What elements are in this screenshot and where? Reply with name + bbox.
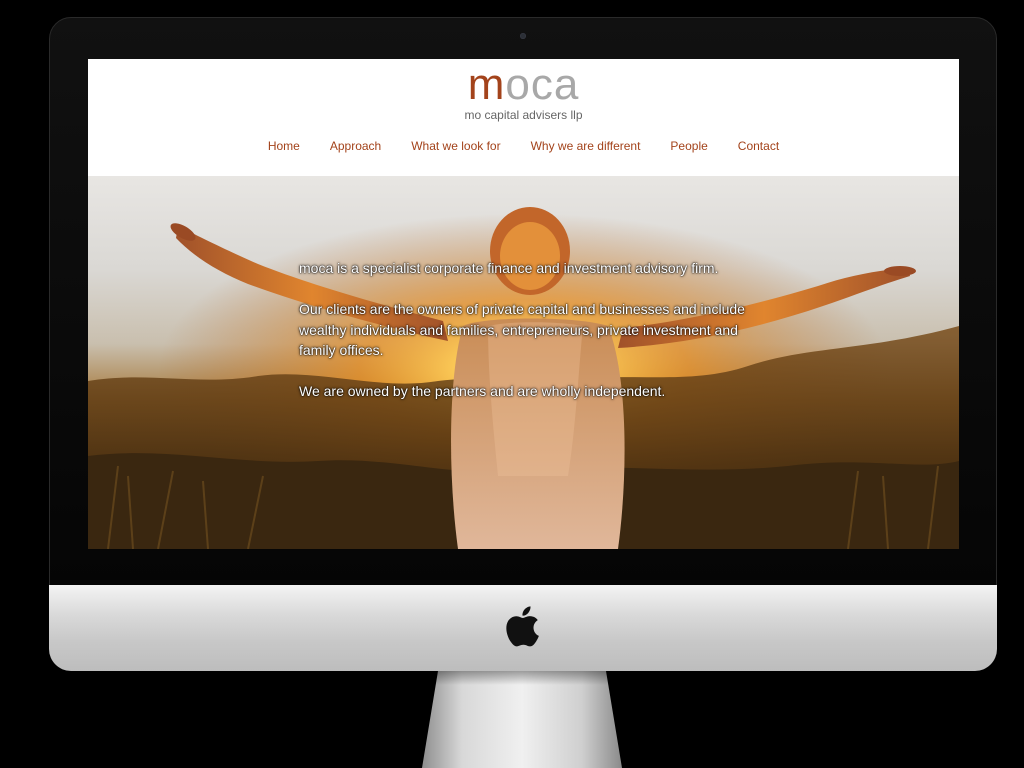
nav-link-approach[interactable]: Approach xyxy=(315,139,396,153)
site-logo[interactable]: moca xyxy=(88,61,959,109)
monitor-mockup: moca mo capital advisers llp Home Approa… xyxy=(0,0,1024,768)
camera-icon xyxy=(520,33,526,39)
logo-letters-rest: oca xyxy=(505,60,580,109)
hero-copy: moca is a specialist corporate finance a… xyxy=(299,258,759,422)
website-screen: moca mo capital advisers llp Home Approa… xyxy=(88,59,959,549)
monitor-stand xyxy=(422,671,622,768)
hero-paragraph-clients: Our clients are the owners of private ca… xyxy=(299,301,745,358)
stand-shadow xyxy=(422,671,622,685)
nav-link-contact[interactable]: Contact xyxy=(723,139,794,153)
hero-paragraph-ownership: We are owned by the partners and are who… xyxy=(299,383,666,399)
nav-link-people[interactable]: People xyxy=(655,139,722,153)
hero-paragraph-intro: moca is a specialist corporate finance a… xyxy=(299,260,719,276)
nav-link-home[interactable]: Home xyxy=(253,139,315,153)
hero-banner: moca is a specialist corporate finance a… xyxy=(88,176,959,549)
site-tagline: mo capital advisers llp xyxy=(464,108,583,122)
site-header: moca mo capital advisers llp Home Approa… xyxy=(88,59,959,176)
nav-link-what-we-look-for[interactable]: What we look for xyxy=(396,139,515,153)
main-navigation: Home Approach What we look for Why we ar… xyxy=(88,139,959,153)
nav-link-why-we-are-different[interactable]: Why we are different xyxy=(516,139,656,153)
apple-icon xyxy=(506,606,539,647)
logo-letter-m: m xyxy=(467,60,506,109)
